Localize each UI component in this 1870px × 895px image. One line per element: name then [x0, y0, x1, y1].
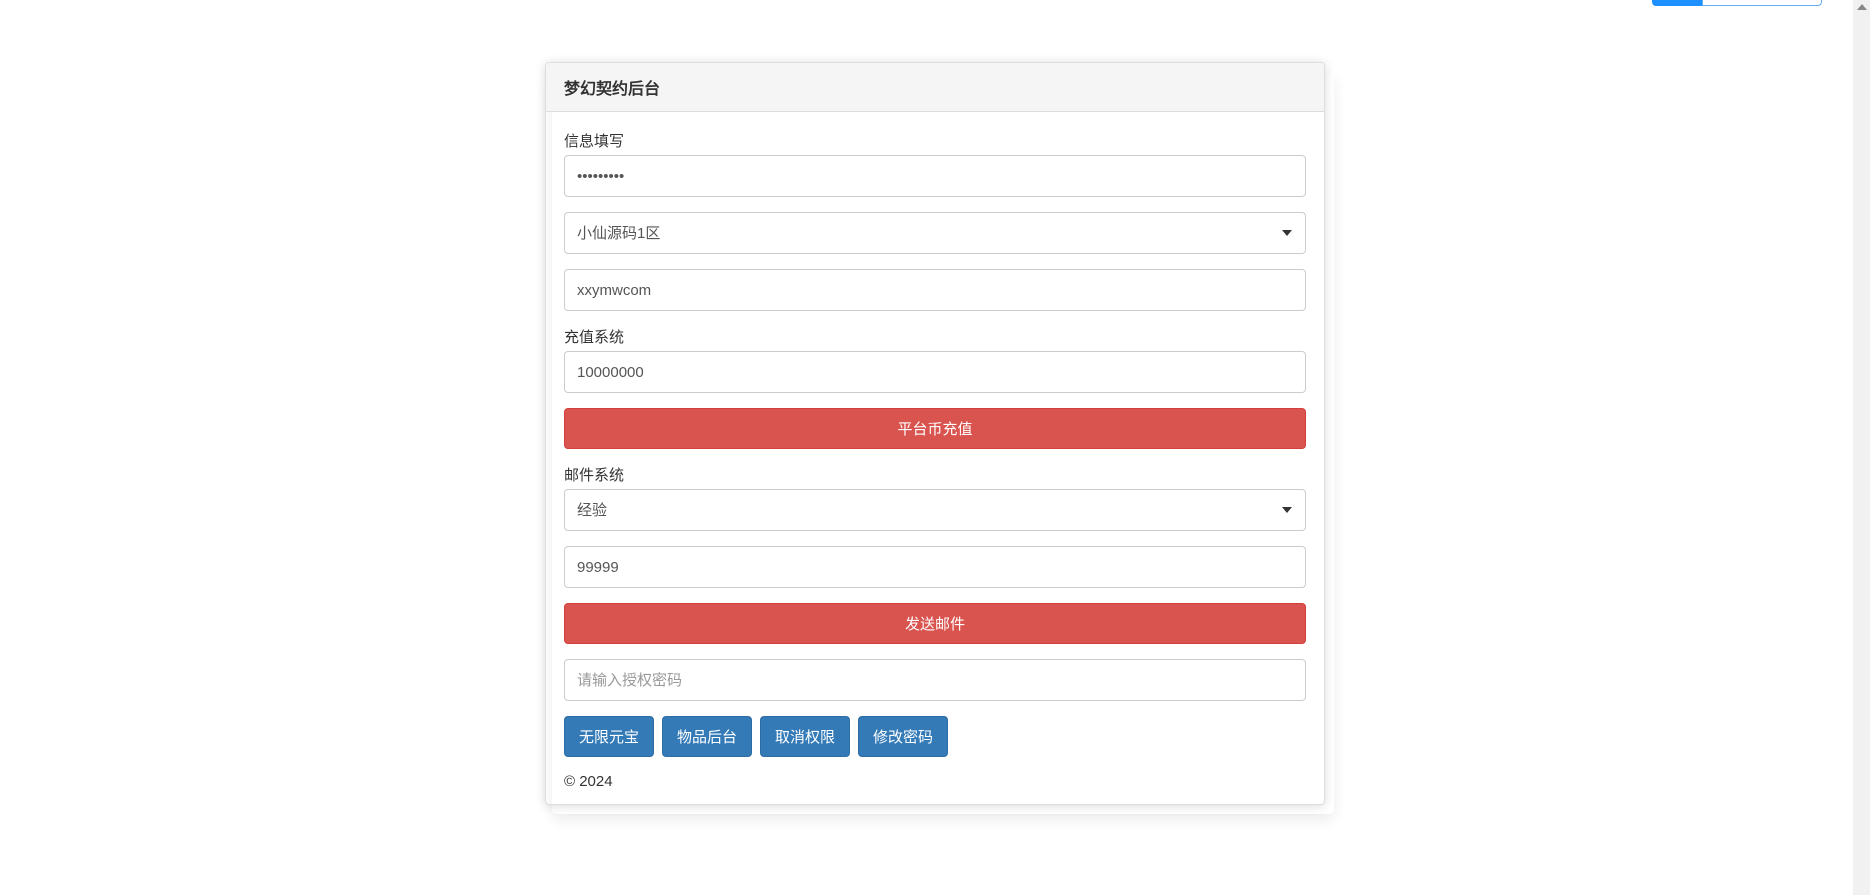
item-backend-button[interactable]: 物品后台 [662, 716, 752, 757]
cancel-auth-button[interactable]: 取消权限 [760, 716, 850, 757]
auth-password-input[interactable] [564, 659, 1306, 701]
panel-title: 梦幻契约后台 [546, 63, 1324, 112]
username-input[interactable] [564, 269, 1306, 311]
mail-type-select[interactable]: 经验 [564, 489, 1306, 531]
change-password-button[interactable]: 修改密码 [858, 716, 948, 757]
recharge-button[interactable]: 平台币充值 [564, 408, 1306, 449]
vertical-scrollbar[interactable] [1853, 0, 1870, 895]
server-select[interactable]: 小仙源码1区 [564, 212, 1306, 254]
recharge-amount-input[interactable] [564, 351, 1306, 393]
password-input[interactable] [564, 155, 1306, 197]
mail-amount-input[interactable] [564, 546, 1306, 588]
unlimited-gold-button[interactable]: 无限元宝 [564, 716, 654, 757]
recharge-section-label: 充值系统 [564, 326, 1306, 347]
mail-section-label: 邮件系统 [564, 464, 1306, 485]
admin-panel: 梦幻契约后台 信息填写 小仙源码1区 充值系统 平台币充值 [545, 62, 1325, 805]
footer-copyright: © 2024 [564, 771, 1306, 790]
info-section-label: 信息填写 [564, 130, 1306, 151]
send-mail-button[interactable]: 发送邮件 [564, 603, 1306, 644]
top-right-button-fragment [1652, 0, 1822, 6]
